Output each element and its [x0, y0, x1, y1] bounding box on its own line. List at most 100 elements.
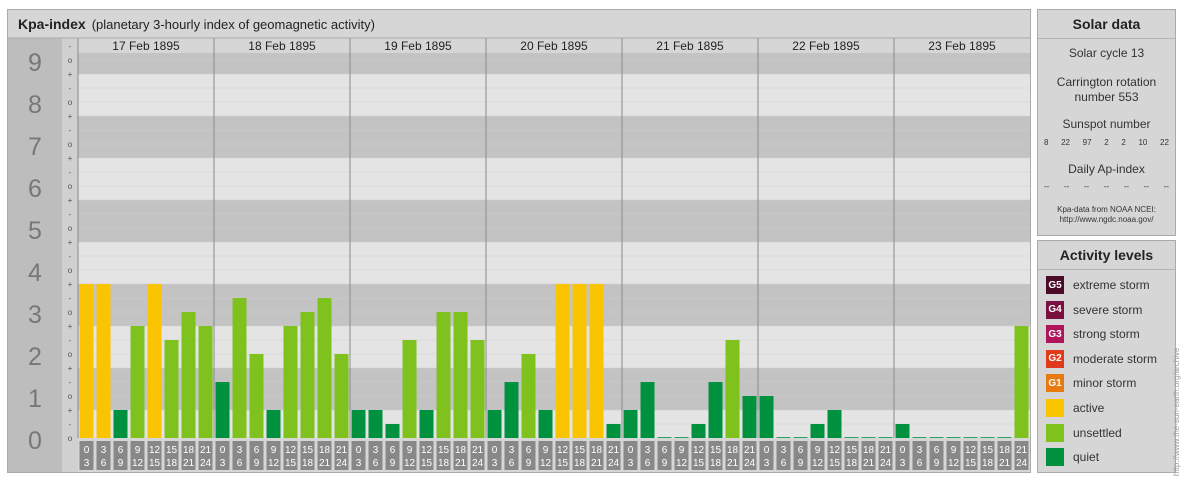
sunspot-value-2: 22	[1061, 138, 1071, 147]
interval-start: 21	[608, 445, 620, 456]
sub-tick-label: -	[69, 126, 72, 135]
kp-bar	[402, 340, 417, 438]
kp-bar	[470, 340, 485, 438]
interval-start: 18	[863, 445, 875, 456]
interval-start: 18	[727, 445, 739, 456]
kp-bar	[436, 312, 451, 438]
kp-band-4	[78, 241, 1030, 284]
day-label: 23 Feb 1895	[928, 39, 996, 53]
interval-end: 6	[917, 458, 923, 469]
kp-bar	[555, 283, 570, 438]
kp-bar	[674, 437, 689, 438]
interval-start: 9	[815, 445, 821, 456]
activity-level-extreme-storm: G5 extreme storm	[1046, 275, 1150, 295]
kp-band-3	[78, 283, 1030, 326]
interval-start: 3	[373, 445, 379, 456]
sub-tick-label: o	[68, 350, 73, 359]
interval-start: 12	[285, 445, 297, 456]
solar-cycle: Solar cycle 13	[1068, 46, 1145, 60]
kp-bar	[589, 283, 604, 438]
ap-value-2: --	[1063, 182, 1070, 191]
chart-title-main: Kpa-index	[18, 16, 86, 32]
interval-end: 6	[373, 458, 379, 469]
activity-level-quiet: quiet	[1046, 447, 1099, 467]
day-label: 22 Feb 1895	[792, 39, 860, 53]
interval-start: 6	[526, 445, 532, 456]
kp-bar	[164, 340, 179, 438]
kp-bar	[861, 437, 876, 438]
day-label: 20 Feb 1895	[520, 39, 588, 53]
kp-bar	[742, 396, 757, 438]
kp-bar	[368, 409, 383, 438]
kp-bar	[215, 382, 230, 438]
interval-start: 12	[149, 445, 161, 456]
sub-tick-label: -	[69, 420, 72, 429]
interval-end: 3	[764, 458, 770, 469]
interval-start: 3	[101, 445, 107, 456]
interval-end: 15	[829, 458, 841, 469]
y-tick-label: 9	[28, 49, 42, 77]
interval-end: 9	[934, 458, 940, 469]
interval-end: 3	[492, 458, 498, 469]
interval-start: 12	[421, 445, 433, 456]
ap-value-5: --	[1123, 182, 1130, 191]
interval-start: 0	[764, 445, 770, 456]
level-label: severe storm	[1073, 302, 1143, 317]
kp-bar	[759, 396, 774, 438]
sub-tick-label: o	[68, 434, 73, 443]
interval-end: 21	[455, 458, 467, 469]
interval-start: 21	[200, 445, 212, 456]
interval-end: 12	[676, 458, 688, 469]
interval-start: 6	[662, 445, 668, 456]
activity-level-minor-storm: G1 minor storm	[1046, 373, 1136, 393]
y-tick-label: 5	[28, 217, 42, 245]
sunspot-value-1: 8	[1044, 138, 1049, 147]
ap-value-6: --	[1143, 182, 1150, 191]
interval-end: 12	[404, 458, 416, 469]
interval-end: 21	[183, 458, 195, 469]
kp-bar	[572, 283, 587, 438]
interval-start: 12	[557, 445, 569, 456]
ap-value-7: --	[1163, 182, 1169, 191]
kp-bar	[249, 354, 264, 438]
level-label: minor storm	[1073, 376, 1137, 391]
interval-end: 18	[846, 458, 858, 469]
interval-end: 24	[472, 458, 484, 469]
interval-end: 15	[693, 458, 705, 469]
interval-end: 9	[798, 458, 804, 469]
kp-bar	[725, 340, 740, 438]
interval-end: 6	[237, 458, 243, 469]
kp-bar	[79, 283, 94, 438]
interval-start: 3	[781, 445, 787, 456]
kp-band-5	[78, 199, 1030, 242]
interval-start: 0	[220, 445, 226, 456]
interval-start: 18	[319, 445, 331, 456]
interval-end: 3	[84, 458, 90, 469]
y-tick-label: 2	[28, 343, 42, 371]
interval-start: 6	[798, 445, 804, 456]
kp-bar	[827, 409, 842, 438]
kp-bar	[691, 424, 706, 438]
sub-tick-label: o	[68, 392, 73, 401]
interval-start: 3	[237, 445, 243, 456]
interval-start: 12	[693, 445, 705, 456]
kp-bar	[385, 424, 400, 438]
interval-end: 24	[336, 458, 348, 469]
sub-tick-label: -	[69, 210, 72, 219]
source-line-1: Kpa-data from NOAA NCEI:	[1057, 205, 1156, 214]
kp-bar	[793, 437, 808, 438]
kp-bar	[657, 437, 672, 438]
y-tick-label: 8	[28, 91, 42, 119]
level-label: moderate storm	[1073, 351, 1158, 366]
interval-end: 6	[781, 458, 787, 469]
interval-start: 0	[356, 445, 362, 456]
interval-start: 21	[472, 445, 484, 456]
kpa-bar-chart: 17 Feb 1895 18 Feb 1895 19 Feb 1895 20 Feb …	[8, 37, 1030, 472]
sub-tick-label: o	[68, 266, 73, 275]
sub-tick-label: +	[68, 70, 73, 79]
interval-end: 3	[900, 458, 906, 469]
kp-bar	[419, 409, 434, 438]
interval-end: 6	[509, 458, 515, 469]
interval-start: 0	[492, 445, 498, 456]
level-swatch	[1046, 423, 1064, 442]
